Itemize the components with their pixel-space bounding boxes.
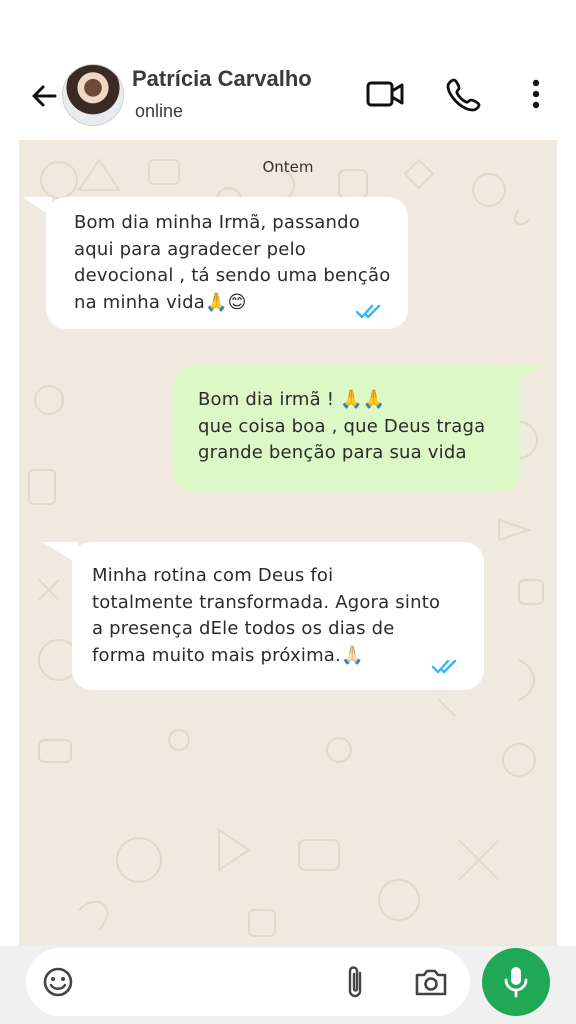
bubble-tail-received [42,542,78,564]
contact-status: online [135,101,184,121]
message-input[interactable] [26,948,470,1016]
bubble-tail-sent [512,365,542,385]
double-check-icon [356,304,381,319]
voice-call-button[interactable] [444,74,484,114]
message-text: Bom dia minha Irmã, passando aqui para a… [74,212,391,313]
date-label: Ontem [262,158,314,176]
attachment-icon[interactable] [342,965,370,1001]
phone-icon [446,78,481,112]
voice-message-button[interactable] [482,948,550,1016]
back-arrow-icon [32,85,57,107]
message-bubble-received[interactable]: Minha rotina com Deus foi totalmente tra… [72,542,484,690]
chat-header: Patrícia Carvalho online [0,0,576,140]
camera-icon[interactable] [414,966,448,998]
message-text: Bom dia irmã ! 🙏🙏 que coisa boa , que De… [198,389,486,463]
emoji-icon[interactable] [42,966,74,998]
back-button[interactable] [26,78,62,114]
video-call-icon [366,81,404,107]
microphone-icon [504,967,528,998]
bubble-tail-received [22,197,52,217]
message-text: Minha rotina com Deus foi totalmente tra… [92,565,441,666]
avatar[interactable] [62,64,124,126]
video-call-button[interactable] [364,74,406,114]
contact-name[interactable]: Patrícia Carvalho [132,66,312,92]
message-bubble-received[interactable]: Bom dia minha Irmã, passando aqui para a… [46,197,408,329]
more-options-icon [532,79,540,109]
more-options-button[interactable] [524,74,548,114]
message-bubble-sent[interactable]: Bom dia irmã ! 🙏🙏 que coisa boa , que De… [174,365,520,492]
double-check-icon [432,659,457,674]
